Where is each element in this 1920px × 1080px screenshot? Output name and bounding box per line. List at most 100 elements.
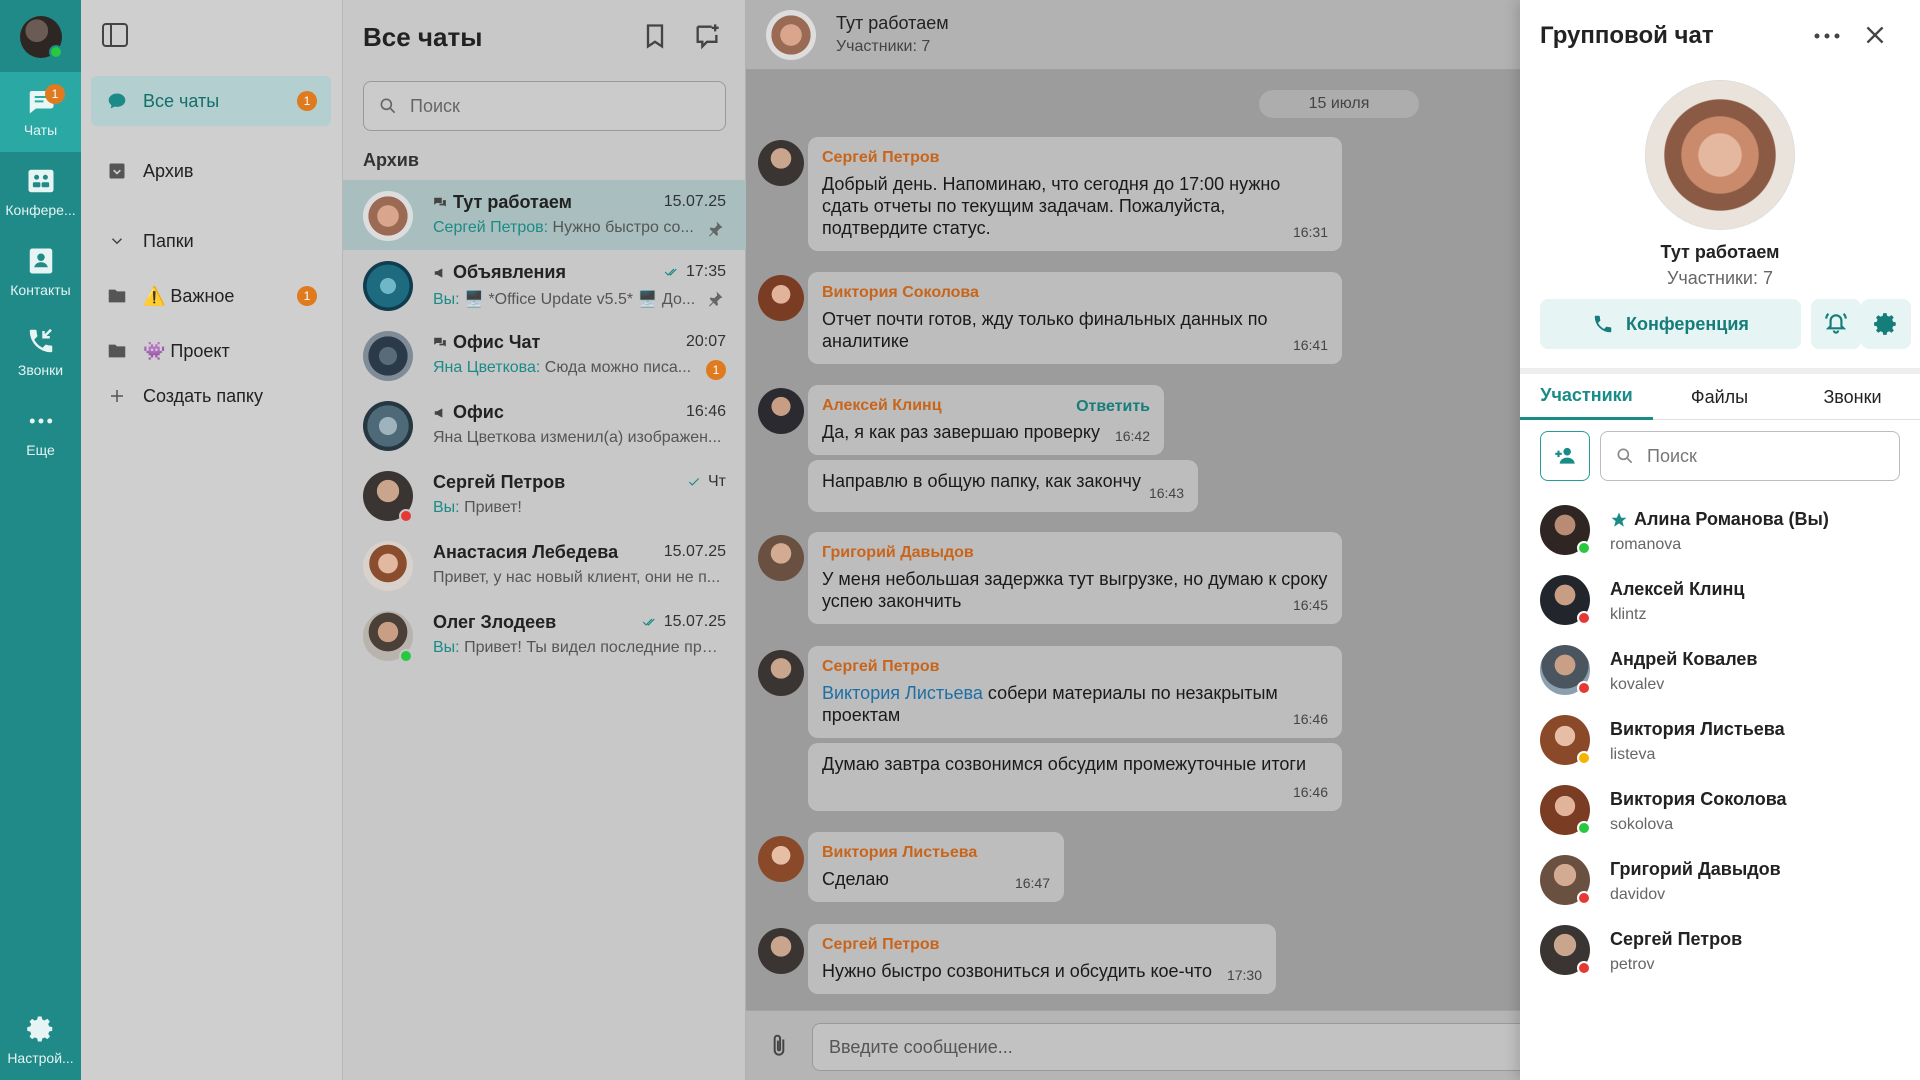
sidebar-toggle-icon[interactable]: [101, 22, 129, 48]
message-bubble[interactable]: Думаю завтра созвонимся обсудим промежут…: [808, 743, 1342, 811]
chat-time-wrap: 15.07.25: [640, 613, 726, 631]
settings-button[interactable]: [1861, 299, 1911, 349]
message-bubble[interactable]: Направлю в общую папку, как закончу 16:4…: [808, 460, 1198, 512]
message-bubble[interactable]: Виктория Соколова Отчет почти готов, жду…: [808, 272, 1342, 364]
folder-project[interactable]: 👾 Проект: [91, 326, 331, 376]
folder-all-chats[interactable]: Все чаты 1: [91, 76, 331, 126]
chat-row-obyavleniya[interactable]: Объявления 17:35 Вы: 🖥️ *Office Update v…: [343, 250, 746, 320]
member-row[interactable]: Сергей Петров petrov: [1520, 916, 1920, 986]
close-icon[interactable]: [1862, 22, 1888, 48]
conversation-header[interactable]: Тут работаем Участники: 7: [746, 0, 1520, 70]
rail-item-settings[interactable]: Настрой...: [0, 1000, 81, 1080]
message-time: 16:45: [1292, 597, 1328, 613]
chat-time: 20:07: [685, 333, 726, 350]
tab-calls[interactable]: Звонки: [1786, 374, 1919, 420]
message-bubble[interactable]: Сергей Петров Нужно быстро созвониться и…: [808, 924, 1276, 994]
message-author[interactable]: Сергей Петров: [822, 934, 1262, 956]
message-avatar[interactable]: [758, 650, 804, 696]
folder-archive[interactable]: Архив: [91, 146, 331, 196]
chat-row-anastasia-lebedeva[interactable]: Анастасия Лебедева 15.07.25 Привет, у на…: [343, 530, 746, 600]
tab-files[interactable]: Файлы: [1653, 374, 1786, 420]
user-avatar[interactable]: [20, 16, 63, 59]
message-author[interactable]: Сергей Петров: [822, 656, 1328, 678]
folder-label: Создать папку: [143, 385, 263, 406]
chat-preview: Вы: Привет! Ты видел последние пра...: [433, 639, 723, 657]
chat-row-ofis-chat[interactable]: Офис Чат 20:07 Яна Цветкова: Сюда можно …: [343, 320, 746, 390]
notifications-button[interactable]: [1811, 299, 1861, 349]
message-avatar[interactable]: [758, 388, 804, 434]
group-chat-icon: [434, 197, 446, 206]
reply-link[interactable]: Ответить: [1076, 396, 1150, 418]
chat-row-ofis[interactable]: Офис 16:46 Яна Цветкова изменил(а) изобр…: [343, 390, 746, 460]
folder-important[interactable]: ⚠️ Важное 1: [91, 271, 331, 321]
date-separator: 15 июля: [1259, 90, 1419, 118]
double-check-icon: [664, 268, 677, 276]
member-row[interactable]: Алексей Клинц klintz: [1520, 566, 1920, 636]
message-bubble[interactable]: Сергей Петров Виктория Листьева собери м…: [808, 646, 1342, 738]
message-bubble[interactable]: Григорий Давыдов У меня небольшая задерж…: [808, 532, 1342, 624]
chat-row-oleg-zlodeev[interactable]: Олег Злодеев 15.07.25 Вы: Привет! Ты вид…: [343, 600, 746, 670]
message-author[interactable]: Виктория Листьева: [822, 842, 1050, 864]
folder-label: Все чаты: [143, 90, 220, 111]
member-search-input[interactable]: [1647, 445, 1887, 467]
chat-time: 15.07.25: [663, 543, 726, 560]
chat-name: Объявления: [453, 262, 566, 282]
rail-item-more[interactable]: Еще: [0, 392, 81, 472]
message-author[interactable]: Виктория Соколова: [822, 282, 1328, 304]
paperclip-icon[interactable]: [766, 1033, 792, 1059]
mention-link[interactable]: Виктория Листьева: [822, 683, 983, 703]
chat-name: Офис: [453, 402, 504, 422]
message-time: 16:46: [1292, 784, 1328, 800]
member-search[interactable]: [1600, 431, 1900, 481]
message-bubble[interactable]: Сергей Петров Добрый день. Напоминаю, чт…: [808, 137, 1342, 251]
chat-time-wrap: Чт: [686, 473, 726, 491]
member-row[interactable]: Виктория Листьева listeva: [1520, 706, 1920, 776]
add-member-button[interactable]: [1540, 431, 1590, 481]
chat-row-tut-rabotaem[interactable]: Тут работаем 15.07.25 Сергей Петров: Нуж…: [343, 180, 746, 250]
message-input[interactable]: [812, 1023, 1520, 1071]
rail-item-chats[interactable]: Чаты 1: [0, 72, 81, 152]
left-rail: Чаты 1 Конфере... Контакты Звонки Еще На…: [0, 0, 81, 1080]
message-text: Думаю завтра созвонимся обсудим промежут…: [822, 754, 1307, 774]
megaphone-icon: [434, 267, 443, 278]
message-time: 16:47: [1014, 875, 1050, 891]
group-chat-icon: [434, 337, 446, 346]
bookmark-icon[interactable]: [641, 22, 671, 52]
more-horizontal-icon[interactable]: [1812, 24, 1842, 48]
plus-icon: [105, 384, 129, 408]
folder-label: ⚠️ Важное: [143, 285, 235, 306]
conference-button[interactable]: Конференция: [1540, 299, 1801, 349]
pin-icon: [709, 221, 723, 237]
message-avatar[interactable]: [758, 535, 804, 581]
message-bubble[interactable]: Виктория Листьева Сделаю 16:47: [808, 832, 1064, 902]
chat-search[interactable]: [363, 81, 726, 131]
folders-group-header[interactable]: Папки: [91, 216, 331, 266]
status-dot: [1577, 821, 1591, 835]
chat-row-sergey-petrov[interactable]: Сергей Петров Чт Вы: Привет!: [343, 460, 746, 530]
rail-item-contacts[interactable]: Контакты: [0, 232, 81, 312]
rail-item-conferences[interactable]: Конфере...: [0, 152, 81, 232]
message-bubble[interactable]: Алексей Клинц Ответить Да, я как раз зав…: [808, 385, 1164, 455]
create-folder-button[interactable]: Создать папку: [91, 371, 331, 421]
status-dot: [1577, 751, 1591, 765]
message-author[interactable]: Григорий Давыдов: [822, 542, 1328, 564]
rail-label: Звонки: [17, 362, 64, 378]
message-avatar[interactable]: [758, 275, 804, 321]
tab-members[interactable]: Участники: [1520, 374, 1653, 420]
group-info-panel: Групповой чат Тут работаем Участники: 7 …: [1520, 0, 1920, 1080]
message-avatar[interactable]: [758, 836, 804, 882]
member-row[interactable]: Виктория Соколова sokolova: [1520, 776, 1920, 846]
member-row[interactable]: Андрей Ковалев kovalev: [1520, 636, 1920, 706]
message-avatar[interactable]: [758, 928, 804, 974]
search-input[interactable]: [410, 95, 710, 117]
member-row[interactable]: Григорий Давыдов davidov: [1520, 846, 1920, 916]
new-chat-icon[interactable]: [693, 22, 723, 52]
member-login: sokolova: [1610, 816, 1674, 833]
member-row[interactable]: Алина Романова (Вы) romanova: [1520, 496, 1920, 566]
message-avatar[interactable]: [758, 140, 804, 186]
message-author[interactable]: Сергей Петров: [822, 147, 1328, 169]
folder-icon: [105, 339, 129, 363]
rail-item-calls[interactable]: Звонки: [0, 312, 81, 392]
group-avatar[interactable]: [1645, 80, 1795, 230]
status-dot: [399, 509, 413, 523]
